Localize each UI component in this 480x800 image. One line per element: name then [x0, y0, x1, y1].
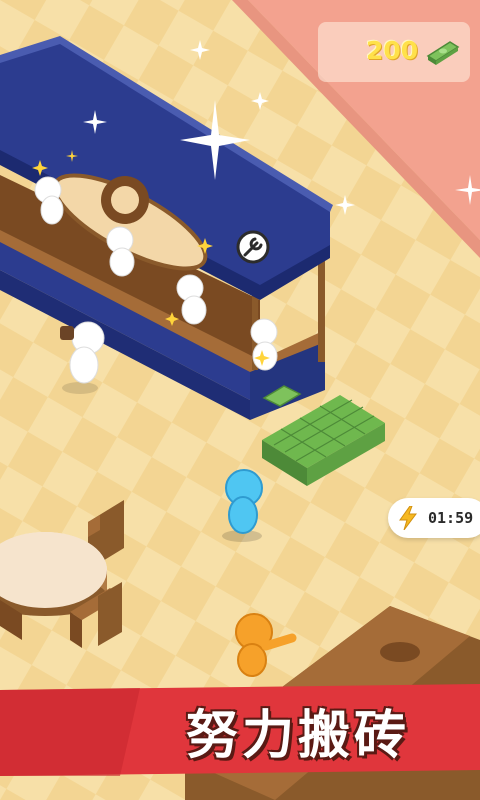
money-counter: 200 [318, 22, 470, 82]
cash-icon [426, 41, 460, 65]
timer-pill: 01:59 [388, 498, 480, 538]
money-value: 200 [366, 36, 419, 65]
game-scene[interactable] [0, 0, 480, 800]
lightning-icon [399, 506, 417, 530]
banner-title: 努力搬砖 [186, 706, 411, 766]
timer-text: 01:59 [428, 509, 474, 527]
